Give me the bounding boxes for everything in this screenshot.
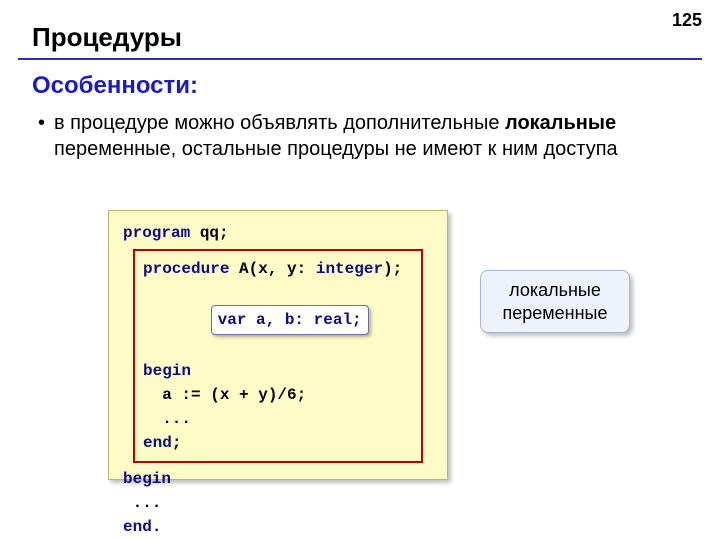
code-line: a := (x + y)/6;: [143, 383, 415, 407]
bullet-dot-icon: •: [38, 110, 45, 136]
callout-line-2: переменные: [491, 302, 619, 325]
code-line: end.: [123, 515, 433, 539]
code-line: begin: [143, 359, 415, 383]
bullet-text-after: переменные, остальные процедуры не имеют…: [54, 138, 618, 160]
var-declaration-box: var a, b: real;: [211, 305, 369, 335]
slide-title: Процедуры: [32, 22, 182, 53]
kw-end: end: [143, 434, 172, 452]
code-text: A(x, y:: [229, 260, 315, 278]
kw-integer: integer: [316, 260, 383, 278]
page-number: 125: [672, 10, 702, 31]
code-line: var a, b: real;: [143, 281, 415, 359]
code-text: a, b: real;: [246, 311, 361, 329]
kw-end: end: [123, 518, 152, 536]
code-line: ...: [123, 491, 433, 515]
code-text: );: [383, 260, 402, 278]
kw-begin: begin: [143, 362, 191, 380]
subtitle: Особенности:: [32, 72, 198, 100]
code-text: ...: [143, 410, 191, 428]
code-text: .: [152, 518, 162, 536]
kw-program: program: [123, 224, 190, 242]
kw-begin: begin: [123, 470, 171, 488]
code-text: qq;: [190, 224, 228, 242]
bullet-text-before: в процедуре можно объявлять дополнительн…: [54, 112, 505, 134]
code-line: end;: [143, 431, 415, 455]
callout-local-vars: локальные переменные: [480, 270, 630, 333]
procedure-box: procedure A(x, y: integer); var a, b: re…: [133, 249, 423, 463]
kw-var: var: [218, 311, 247, 329]
code-text: a := (x + y)/6;: [143, 386, 306, 404]
code-line: ...: [143, 407, 415, 431]
callout-line-1: локальные: [491, 279, 619, 302]
code-line: procedure A(x, y: integer);: [143, 257, 415, 281]
code-block: program qq; procedure A(x, y: integer); …: [108, 210, 448, 480]
kw-procedure: procedure: [143, 260, 229, 278]
title-underline: [18, 58, 702, 60]
code-line: program qq;: [123, 221, 433, 245]
code-line: begin: [123, 467, 433, 491]
bullet-text-strong: локальные: [505, 112, 616, 134]
code-text: ...: [123, 494, 161, 512]
bullet-item: • в процедуре можно объявлять дополнител…: [54, 110, 690, 162]
code-text: ;: [172, 434, 182, 452]
